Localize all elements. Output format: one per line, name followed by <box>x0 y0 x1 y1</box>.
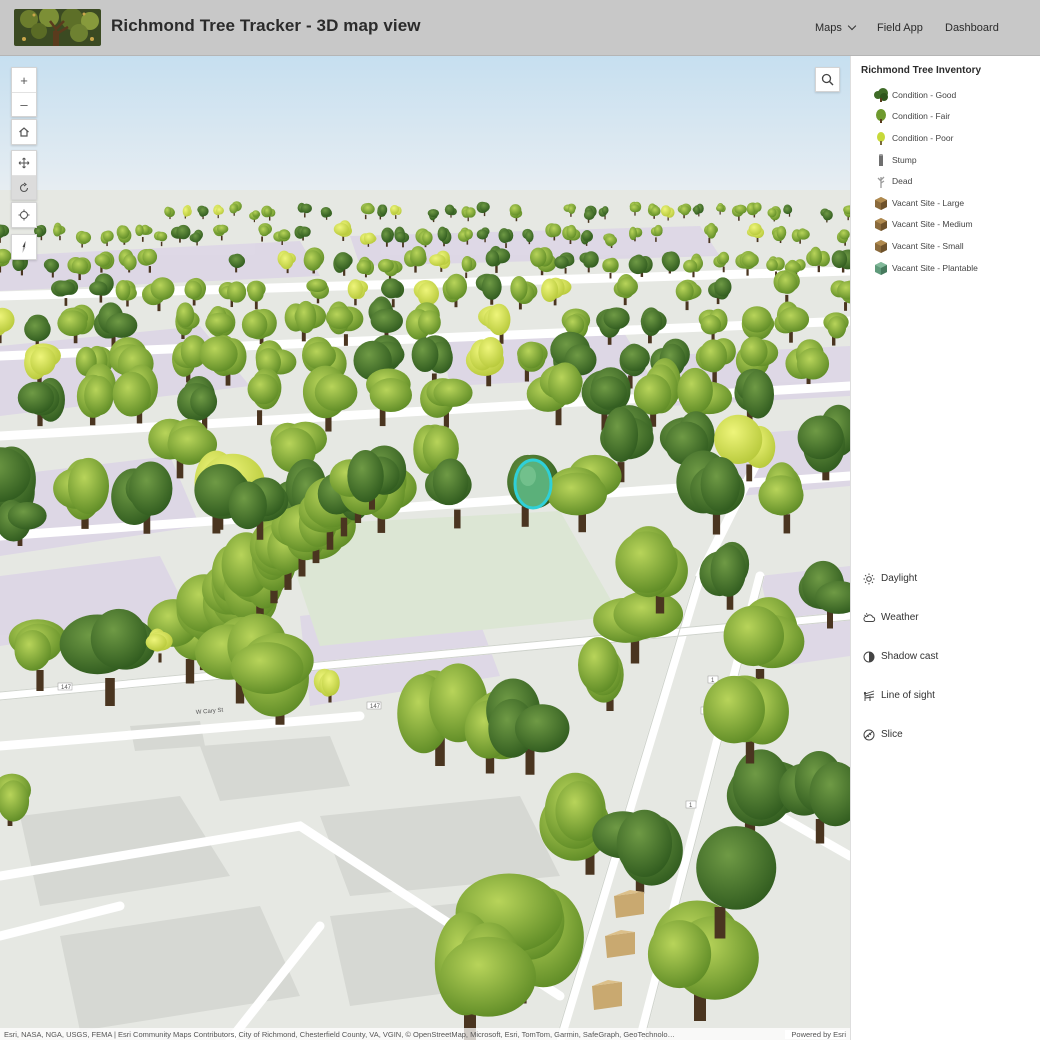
legend-item-stump: Stump <box>873 149 978 171</box>
pan-button[interactable] <box>12 151 36 175</box>
nav-maps-label: Maps <box>815 22 842 34</box>
legend-list: Condition - Good Condition - Fair Condit… <box>873 84 978 278</box>
zoom-controls: + – <box>11 67 37 117</box>
cloud-icon <box>862 611 876 625</box>
tool-label: Line of sight <box>881 690 935 701</box>
page-title: Richmond Tree Tracker - 3D map view <box>111 16 421 35</box>
rotate-button[interactable] <box>12 175 36 199</box>
compass-control <box>11 234 37 260</box>
legend-item-condition-fair: Condition - Fair <box>873 106 978 128</box>
tool-shadow-cast[interactable]: Shadow cast <box>862 637 938 676</box>
locate-button[interactable] <box>12 203 36 227</box>
tool-label: Weather <box>881 612 919 623</box>
nav-maps-dropdown[interactable]: Maps <box>815 21 857 34</box>
nav-dashboard-link[interactable]: Dashboard <box>945 22 999 34</box>
sun-icon <box>862 572 876 586</box>
attribution-credits[interactable]: Esri, NASA, NGA, USGS, FEMA | Esri Commu… <box>4 1030 675 1039</box>
tool-label: Daylight <box>881 573 918 584</box>
chevron-down-icon <box>847 21 857 31</box>
legend-item-condition-good: Condition - Good <box>873 84 978 106</box>
rotate-icon <box>19 182 29 192</box>
legend-label: Vacant Site - Plantable <box>892 262 978 273</box>
map-view-3d[interactable]: 147 W Cary St 147 147 1 1 <box>0 56 850 1040</box>
tree-poor-icon <box>873 130 889 146</box>
stump-icon <box>873 152 889 168</box>
legend-item-vacant-small: Vacant Site - Small <box>873 235 978 257</box>
zoom-in-button[interactable]: + <box>12 68 36 92</box>
tool-weather[interactable]: Weather <box>862 598 938 637</box>
vacant-site-box[interactable] <box>592 980 622 1010</box>
legend-item-dead: Dead <box>873 170 978 192</box>
box-plantable-icon <box>873 260 889 276</box>
legend-label: Condition - Good <box>892 89 957 100</box>
home-icon <box>19 127 29 137</box>
legend-item-vacant-plantable: Vacant Site - Plantable <box>873 257 978 279</box>
app-root: Richmond Tree Tracker - 3D map view Maps… <box>0 0 1040 1040</box>
legend-item-vacant-medium: Vacant Site - Medium <box>873 214 978 236</box>
legend-item-vacant-large: Vacant Site - Large <box>873 192 978 214</box>
legend-label: Vacant Site - Medium <box>892 219 973 230</box>
box-medium-icon <box>873 216 889 232</box>
sky <box>0 56 850 196</box>
tool-label: Shadow cast <box>881 651 939 662</box>
compass-icon <box>22 241 26 253</box>
tool-slice[interactable]: Slice <box>862 715 938 754</box>
map-scene[interactable]: 147 W Cary St 147 147 1 1 <box>0 56 850 1040</box>
home-button[interactable] <box>12 120 36 144</box>
legend-label: Dead <box>892 176 913 187</box>
legend-label: Vacant Site - Large <box>892 197 965 208</box>
legend-item-condition-poor: Condition - Poor <box>873 127 978 149</box>
shadow-icon <box>862 650 876 664</box>
zoom-out-button[interactable]: – <box>12 92 36 116</box>
pan-icon <box>18 157 30 169</box>
tool-label: Slice <box>881 729 903 740</box>
navigation-mode-controls <box>11 150 37 200</box>
box-small-icon <box>873 238 889 254</box>
box-large-icon <box>873 195 889 211</box>
nav-field-app-link[interactable]: Field App <box>877 22 923 34</box>
tool-line-of-sight[interactable]: Line of sight <box>862 676 938 715</box>
line-of-sight-icon <box>862 689 876 703</box>
legend-label: Condition - Fair <box>892 111 951 122</box>
legend-label: Stump <box>892 154 917 165</box>
right-panel: Richmond Tree Inventory Condition - Good… <box>850 56 1040 1040</box>
selected-tree[interactable] <box>513 458 553 510</box>
legend-title: Richmond Tree Inventory <box>861 65 982 76</box>
slice-icon <box>862 728 876 742</box>
tree-good-icon <box>873 87 889 103</box>
tree-logo-icon <box>14 9 101 46</box>
dead-tree-icon <box>873 173 889 189</box>
map-attribution: Esri, NASA, NGA, USGS, FEMA | Esri Commu… <box>0 1028 850 1040</box>
legend-label: Vacant Site - Small <box>892 240 964 251</box>
locate-control <box>11 202 37 228</box>
powered-by-esri[interactable]: Powered by Esri <box>785 1030 846 1039</box>
crosshair-icon <box>18 209 30 221</box>
analysis-tools: Daylight Weather Shadow cast Line of sig… <box>862 559 938 754</box>
road-label-147-b: 147 <box>370 704 381 710</box>
app-header: Richmond Tree Tracker - 3D map view Maps… <box>0 0 1040 56</box>
road-label-147-a: 147 <box>61 685 72 691</box>
compass-button[interactable] <box>12 235 36 259</box>
home-control <box>11 119 37 145</box>
search-button[interactable] <box>815 67 840 92</box>
legend-label: Condition - Poor <box>892 132 954 143</box>
search-icon <box>821 73 834 86</box>
tree-fair-icon <box>873 108 889 124</box>
tool-daylight[interactable]: Daylight <box>862 559 938 598</box>
app-logo[interactable] <box>14 9 101 46</box>
